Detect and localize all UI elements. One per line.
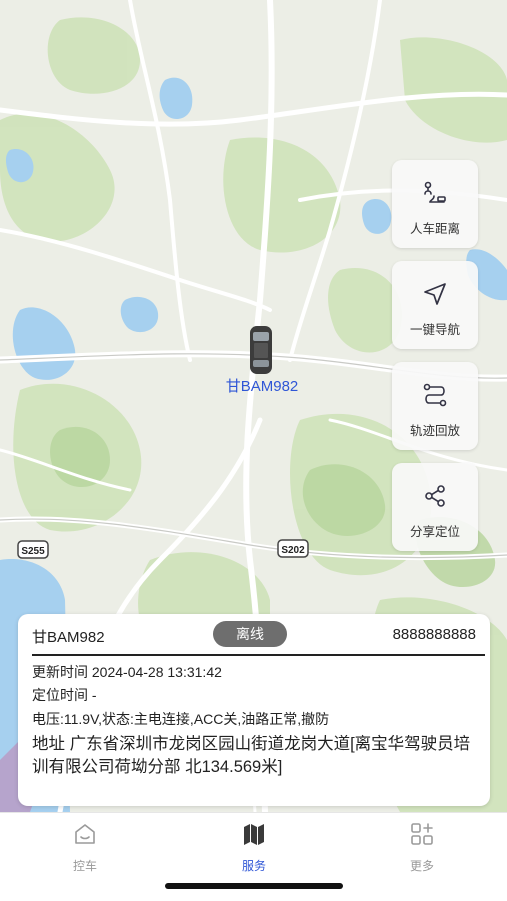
navigation-label: 一键导航 bbox=[409, 323, 460, 337]
track-replay-button[interactable]: 轨迹回放 bbox=[392, 362, 478, 450]
tab-more-label: 更多 bbox=[409, 859, 434, 873]
distance-button[interactable]: 人车距离 bbox=[392, 160, 478, 248]
share-location-label: 分享定位 bbox=[409, 525, 460, 539]
track-replay-icon bbox=[421, 380, 449, 410]
more-grid-icon bbox=[411, 823, 433, 845]
vehicle-state: 电压:11.9V,状态:主电连接,ACC关,油路正常,撤防 bbox=[32, 711, 330, 727]
share-location-button[interactable]: 分享定位 bbox=[392, 463, 478, 551]
location-time: 定位时间 - bbox=[32, 687, 97, 703]
share-icon bbox=[422, 481, 448, 511]
tab-service[interactable]: 服务 bbox=[214, 821, 294, 874]
status-badge: 离线 bbox=[213, 621, 287, 647]
tab-car-control[interactable]: 控车 bbox=[45, 821, 125, 874]
vehicle-map-label[interactable]: 甘BAM982 bbox=[220, 375, 304, 396]
navigation-button[interactable]: 一键导航 bbox=[392, 261, 478, 349]
home-indicator bbox=[165, 883, 343, 889]
car-control-icon bbox=[75, 824, 95, 844]
tab-service-label: 服务 bbox=[241, 859, 266, 873]
update-time: 更新时间 2024-04-28 13:31:42 bbox=[32, 664, 222, 680]
address: 地址 广东省深圳市龙岗区园山街道龙岗大道[离宝华驾驶员培训有限公司荷坳分部 北1… bbox=[32, 735, 471, 776]
road-badge-s255-text: S255 bbox=[21, 546, 45, 557]
vehicle-info-card: 甘BAM982 离线 8888888888 更新时间 2024-04-28 13… bbox=[18, 614, 490, 806]
distance-icon bbox=[422, 178, 448, 208]
distance-label: 人车距离 bbox=[409, 222, 460, 236]
vehicle-marker-icon[interactable] bbox=[247, 324, 275, 376]
tab-car-control-label: 控车 bbox=[72, 859, 97, 873]
road-badge-s255: S255 bbox=[17, 540, 49, 559]
road-badge-s202: S202 bbox=[277, 539, 309, 558]
card-divider bbox=[32, 654, 485, 656]
card-phone: 8888888888 bbox=[392, 626, 476, 643]
track-replay-label: 轨迹回放 bbox=[409, 424, 460, 438]
card-plate: 甘BAM982 bbox=[32, 629, 105, 646]
navigation-arrow-icon bbox=[421, 279, 449, 309]
map-icon bbox=[244, 824, 264, 845]
road-badge-s202-text: S202 bbox=[281, 545, 305, 556]
tab-more[interactable]: 更多 bbox=[382, 821, 462, 874]
